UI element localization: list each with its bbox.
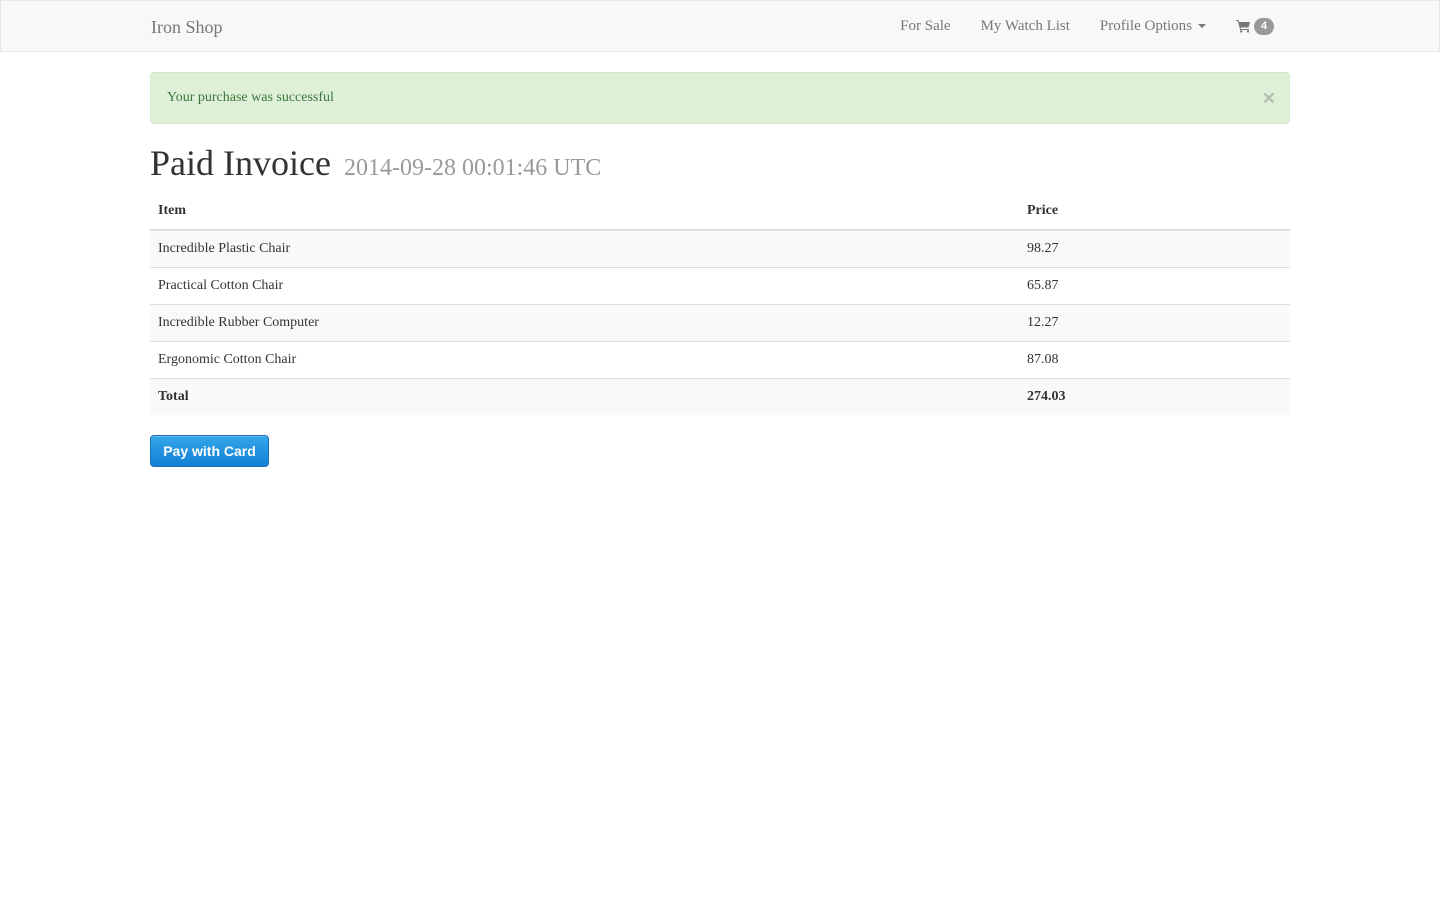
caret-down-icon	[1198, 24, 1206, 28]
total-row: Total 274.03	[150, 377, 1290, 415]
item-price: 87.08	[1019, 340, 1290, 378]
column-header-price: Price	[1019, 192, 1290, 231]
item-price: 98.27	[1019, 229, 1290, 267]
item-name: Ergonomic Cotton Chair	[150, 340, 1019, 378]
table-row: Ergonomic Cotton Chair 87.08	[150, 340, 1290, 378]
table-header-row: Item Price	[150, 192, 1290, 231]
item-price: 65.87	[1019, 266, 1290, 304]
nav-links: For Sale My Watch List Profile Options 4	[885, 1, 1274, 51]
profile-options-label: Profile Options	[1099, 18, 1192, 34]
nav-for-sale[interactable]: For Sale	[885, 1, 965, 51]
shopping-cart-icon	[1236, 20, 1250, 33]
table-row: Incredible Plastic Chair 98.27	[150, 229, 1290, 267]
page-title: Paid Invoice 2014-09-28 00:01:46 UTC	[150, 142, 601, 189]
navbar: Iron Shop For Sale My Watch List Profile…	[0, 0, 1440, 52]
column-header-item: Item	[150, 192, 1019, 231]
success-alert: Your purchase was successful ×	[150, 72, 1290, 124]
item-name: Practical Cotton Chair	[150, 266, 1019, 304]
alert-message: Your purchase was successful	[167, 90, 334, 105]
invoice-timestamp: 2014-09-28 00:01:46 UTC	[343, 155, 602, 181]
table-row: Incredible Rubber Computer 12.27	[150, 303, 1290, 341]
item-price: 12.27	[1019, 303, 1290, 341]
profile-options-dropdown[interactable]: Profile Options	[1085, 1, 1221, 51]
cart-count-badge: 4	[1254, 17, 1274, 35]
item-name: Incredible Rubber Computer	[150, 303, 1019, 341]
total-value: 274.03	[1019, 377, 1290, 415]
brand-link[interactable]: Iron Shop	[151, 15, 223, 39]
invoice-table: Item Price Incredible Plastic Chair 98.2…	[150, 192, 1290, 415]
total-label: Total	[150, 377, 1019, 415]
pay-with-card-button[interactable]: Pay with Card	[150, 435, 269, 467]
close-icon[interactable]: ×	[1263, 73, 1275, 125]
table-row: Practical Cotton Chair 65.87	[150, 266, 1290, 304]
invoice-title: Paid Invoice	[150, 143, 331, 183]
item-name: Incredible Plastic Chair	[150, 229, 1019, 267]
cart-link[interactable]: 4	[1221, 17, 1274, 35]
nav-watch-list[interactable]: My Watch List	[966, 1, 1085, 51]
